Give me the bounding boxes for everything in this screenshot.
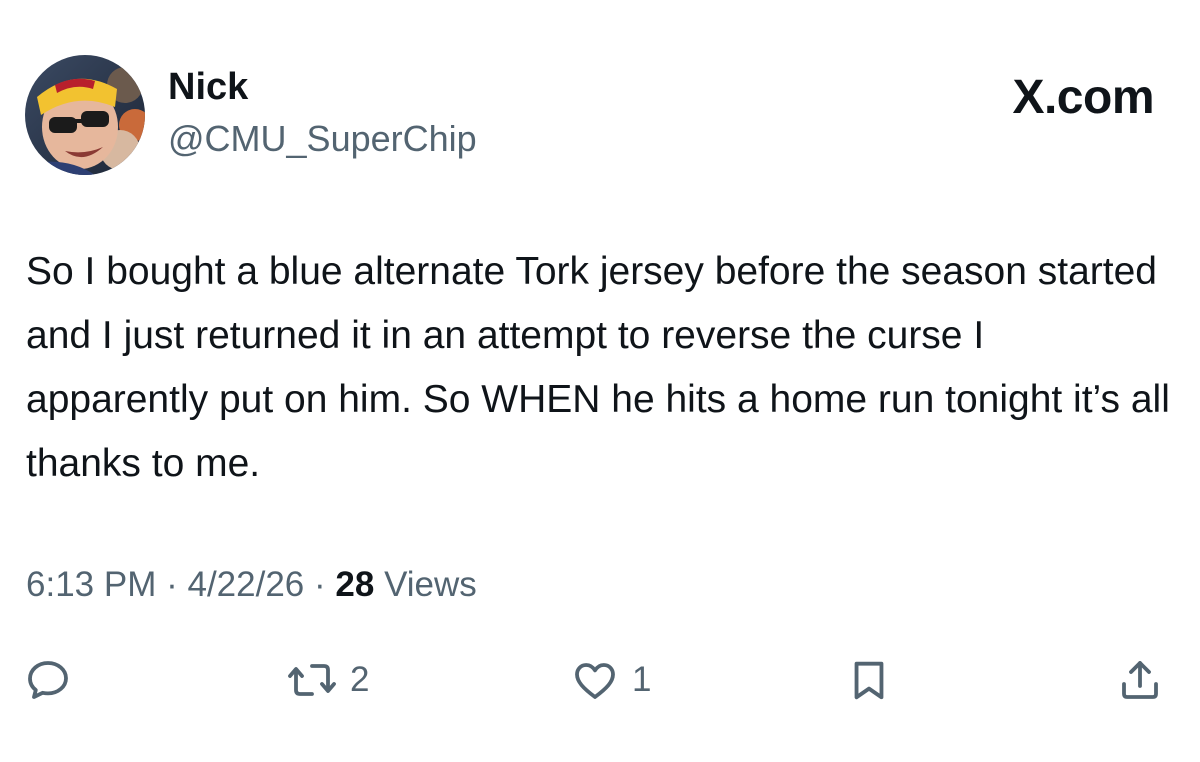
reply-button[interactable]: [24, 652, 72, 708]
author-handle[interactable]: @CMU_SuperChip: [168, 117, 477, 161]
repost-count: 2: [350, 660, 370, 699]
views-count: 28: [335, 565, 375, 604]
tweet-text: So I bought a blue alternate Tork jersey…: [26, 250, 1170, 485]
tweet-time[interactable]: 6:13 PM: [26, 565, 156, 604]
like-button[interactable]: 1: [570, 652, 651, 708]
avatar-image: [25, 55, 145, 175]
bookmark-icon: [854, 661, 884, 700]
views-label: Views: [384, 565, 477, 604]
heart-icon: [575, 663, 615, 699]
repost-icon: [288, 664, 336, 696]
share-icon: [1122, 661, 1158, 699]
meta-separator: ·: [166, 565, 178, 604]
bookmark-button[interactable]: [846, 652, 892, 708]
tweet-date[interactable]: 4/22/26: [187, 565, 304, 604]
author-display-name[interactable]: Nick: [168, 64, 248, 110]
repost-button[interactable]: 2: [286, 652, 369, 708]
like-count: 1: [632, 660, 652, 699]
avatar[interactable]: [25, 55, 145, 175]
x-brand-label: X.com: [1012, 71, 1154, 124]
meta-separator: ·: [314, 565, 326, 604]
tweet-meta: 6:13 PM · 4/22/26 · 28 Views: [26, 562, 477, 608]
share-button[interactable]: [1116, 652, 1164, 708]
reply-icon: [28, 661, 68, 699]
